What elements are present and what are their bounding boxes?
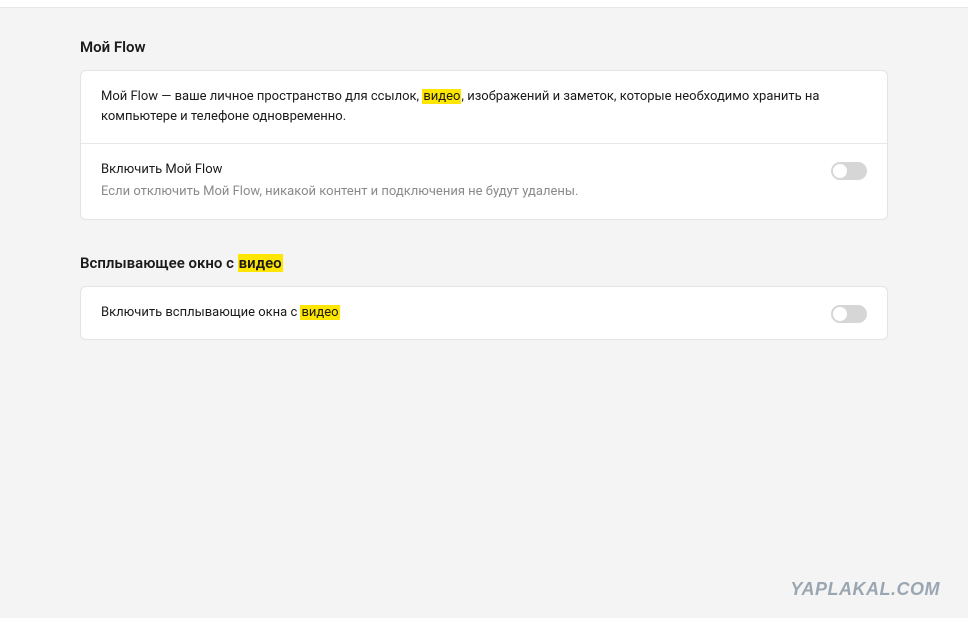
video-popup-toggle-text: Включить всплывающие окна с видео <box>101 303 811 323</box>
toggle-knob <box>833 307 847 321</box>
card-my-flow: Мой Flow — ваше личное пространство для … <box>80 70 888 220</box>
my-flow-toggle-row: Включить Мой Flow Если отключить Мой Flo… <box>81 143 887 218</box>
video-popup-toggle-row: Включить всплывающие окна с видео <box>81 287 887 339</box>
video-popup-label-prefix: Включить всплывающие окна с <box>101 305 300 320</box>
my-flow-toggle[interactable] <box>831 162 867 180</box>
highlight-video: видео <box>422 89 461 104</box>
section-video-popup: Всплывающее окно с видео Включить всплыв… <box>80 254 888 340</box>
my-flow-toggle-text: Включить Мой Flow Если отключить Мой Flo… <box>101 160 811 202</box>
my-flow-description-row: Мой Flow — ваше личное пространство для … <box>81 71 887 143</box>
settings-container: Мой Flow Мой Flow — ваше личное простран… <box>0 8 968 340</box>
watermark: YAPLAKAL.COM <box>790 579 940 600</box>
title-prefix: Всплывающее окно с <box>80 254 238 272</box>
highlight-video-title: видео <box>238 254 283 272</box>
my-flow-toggle-sub: Если отключить Мой Flow, никакой контент… <box>101 182 811 202</box>
desc-prefix: Мой Flow — ваше личное пространство для … <box>101 89 422 104</box>
section-title-my-flow: Мой Flow <box>80 38 888 56</box>
section-my-flow: Мой Flow Мой Flow — ваше личное простран… <box>80 38 888 220</box>
card-video-popup: Включить всплывающие окна с видео <box>80 286 888 340</box>
my-flow-toggle-label: Включить Мой Flow <box>101 160 811 180</box>
my-flow-description: Мой Flow — ваше личное пространство для … <box>101 87 867 127</box>
highlight-video-label: видео <box>300 305 339 320</box>
top-bar <box>0 0 968 8</box>
video-popup-toggle[interactable] <box>831 305 867 323</box>
toggle-knob <box>833 164 847 178</box>
section-title-video-popup: Всплывающее окно с видео <box>80 254 888 272</box>
